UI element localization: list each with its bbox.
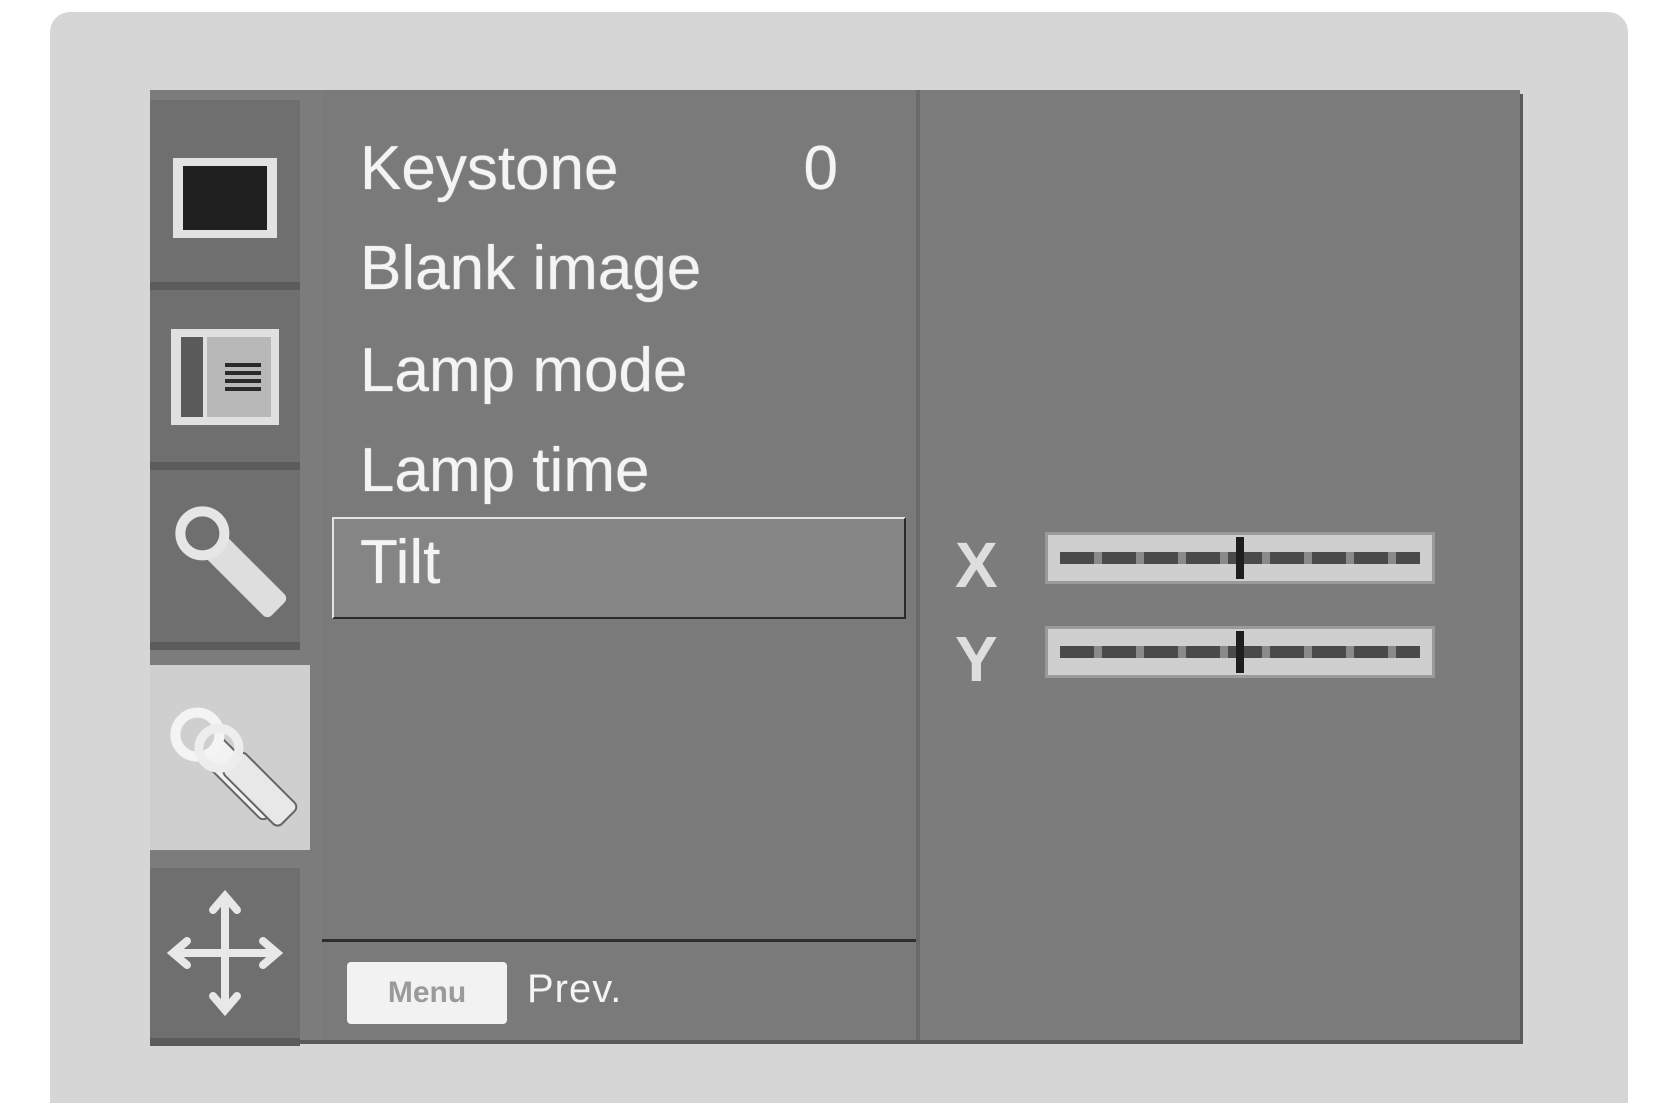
prev-label: Prev.	[527, 967, 623, 1011]
position-arrows-icon	[166, 889, 284, 1017]
options-menu: Keystone 0 Blank image Lamp mode Lamp ti…	[322, 90, 920, 1040]
category-tabs	[150, 100, 310, 1046]
menu-footer: Menu Prev.	[322, 939, 916, 1040]
menu-item-label: Blank image	[360, 234, 702, 303]
tab-position[interactable]	[150, 868, 300, 1046]
tab-screen[interactable]	[150, 100, 300, 290]
screen-icon	[173, 158, 277, 238]
keystone-value: 0	[803, 134, 838, 203]
tilt-y-slider[interactable]	[1045, 626, 1435, 678]
wrench-icon	[175, 506, 287, 618]
tab-picture[interactable]	[150, 290, 300, 470]
menu-item-lamp-mode[interactable]: Lamp mode	[360, 340, 876, 402]
wrenches-icon	[170, 707, 298, 827]
menu-item-keystone[interactable]: Keystone 0	[360, 138, 876, 200]
menu-item-label: Lamp time	[360, 436, 650, 505]
menu-item-label: Tilt	[360, 528, 441, 597]
tab-tools[interactable]	[150, 470, 300, 650]
slider-thumb[interactable]	[1236, 537, 1244, 579]
menu-key-button[interactable]: Menu	[347, 962, 507, 1024]
slider-thumb[interactable]	[1236, 631, 1244, 673]
tilt-x-label: X	[955, 529, 998, 601]
tilt-x-slider[interactable]	[1045, 532, 1435, 584]
menu-item-tilt[interactable]: Tilt	[332, 517, 906, 619]
tab-options[interactable]	[150, 665, 310, 850]
menu-item-label: Keystone	[360, 134, 619, 203]
menu-item-blank-image[interactable]: Blank image	[360, 238, 876, 300]
tilt-y-label: Y	[955, 623, 998, 695]
menu-item-lamp-time[interactable]: Lamp time	[360, 440, 876, 502]
picture-settings-icon	[171, 329, 279, 425]
menu-item-label: Lamp mode	[360, 336, 688, 405]
